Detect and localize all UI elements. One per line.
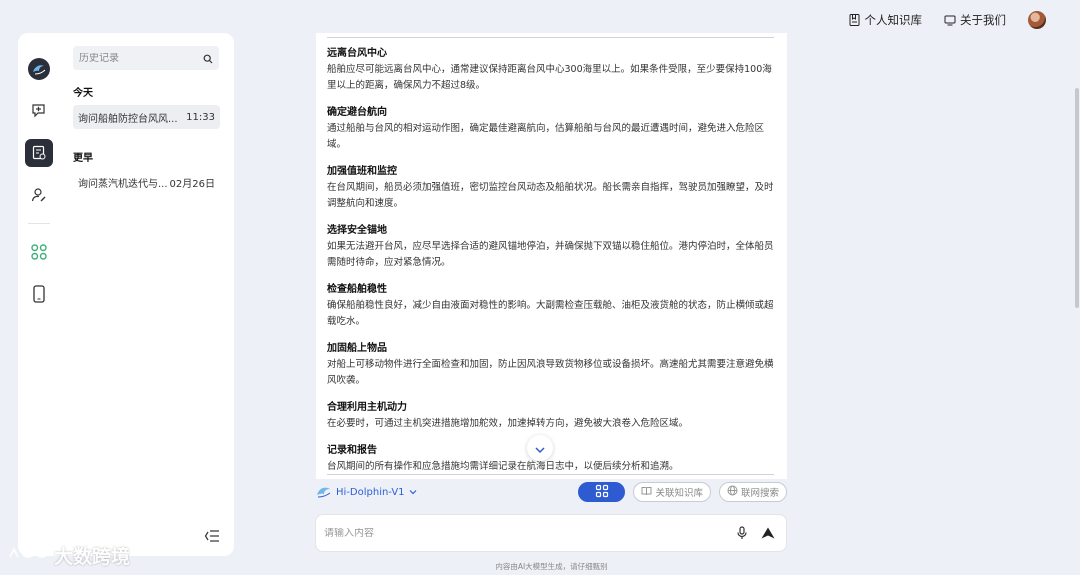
apps-grid-icon bbox=[595, 484, 609, 501]
section-title: 确定避台航向 bbox=[327, 107, 387, 118]
mobile-icon[interactable] bbox=[25, 280, 53, 308]
section-body: 确保船舶稳性良好，减少自由液面对稳性的影响。大副需检查压载舱、油柜及液货舱的状态… bbox=[327, 300, 774, 327]
answer-section: 加固船上物品 对船上可移动物件进行全面检查和加固，防止因风浪导致货物移位或设备损… bbox=[327, 339, 774, 389]
section-title: 远离台风中心 bbox=[327, 48, 387, 59]
answer-section: 检查船舶稳性 确保船舶稳性良好，减少自由液面对稳性的影响。大副需检查压载舱、油柜… bbox=[327, 280, 774, 330]
history-item-title: 询问蒸汽机迭代与... bbox=[78, 178, 168, 190]
history-item[interactable]: 询问船舶防控台风风... 11:33 bbox=[73, 105, 220, 129]
user-edit-icon[interactable] bbox=[25, 181, 53, 209]
scrollbar-thumb[interactable] bbox=[1075, 88, 1079, 308]
microphone-icon[interactable] bbox=[734, 525, 750, 541]
chevron-down-icon bbox=[534, 439, 546, 458]
model-name: Hi-Dolphin-V1 bbox=[336, 486, 405, 498]
knowledge-base-link[interactable]: 个人知识库 bbox=[849, 12, 923, 28]
history-item-time: 11:33 bbox=[186, 111, 215, 123]
model-toolbar: Hi-Dolphin-V1 关联知识库 联网搜索 bbox=[316, 481, 787, 503]
apps-grid-icon[interactable] bbox=[25, 238, 53, 266]
section-body: 如果无法避开台风，应尽早选择合适的避风锚地停泊，并确保抛下双锚以稳住船位。港内停… bbox=[327, 241, 774, 268]
nav-rail bbox=[18, 33, 60, 556]
answer-section: 选择安全锚地 如果无法避开台风，应尽早选择合适的避风锚地停泊，并确保抛下双锚以稳… bbox=[327, 221, 774, 271]
answer-section: 远离台风中心 船舶应尽可能远离台风中心，通常建议保持距离台风中心300海里以上。… bbox=[327, 44, 774, 94]
answer-section: 加强值班和监控 在台风期间，船员必须加强值班，密切监控台风动态及船舶状况。船长需… bbox=[327, 162, 774, 212]
web-search-label: 联网搜索 bbox=[740, 488, 779, 499]
history-search-input[interactable] bbox=[79, 52, 189, 64]
section-body: 对船上可移动物件进行全面检查和加固，防止因风浪导致货物移位或设备损坏。高速船尤其… bbox=[327, 359, 774, 386]
chat-input[interactable] bbox=[324, 527, 724, 539]
about-us-link[interactable]: 关于我们 bbox=[944, 12, 1006, 28]
send-icon[interactable] bbox=[760, 525, 776, 541]
section-body: 在台风期间，船员必须加强值班，密切监控台风动态及船舶状况。船长需亲自指挥，驾驶员… bbox=[327, 182, 774, 209]
history-item-title: 询问船舶防控台风风... bbox=[78, 113, 178, 125]
knowledge-base-label: 个人知识库 bbox=[864, 13, 923, 27]
section-title: 检查船舶稳性 bbox=[327, 284, 387, 295]
ai-disclaimer: 内容由AI大模型生成，请仔细甄别 bbox=[495, 562, 608, 571]
toolbar-actions: 关联知识库 联网搜索 bbox=[578, 482, 787, 502]
section-title: 合理利用主机动力 bbox=[327, 402, 407, 413]
bookmark-book-icon bbox=[849, 14, 861, 26]
globe-icon bbox=[727, 485, 738, 499]
section-title: 选择安全锚地 bbox=[327, 225, 387, 236]
section-body: 船舶应尽可能远离台风中心，通常建议保持距离台风中心300海里以上。如果条件受限，… bbox=[327, 64, 772, 91]
book-icon bbox=[641, 486, 652, 499]
section-title: 加强值班和监控 bbox=[327, 166, 397, 177]
history-panel: 今天 询问船舶防控台风风... 11:33 更早 询问蒸汽机迭代与... 02月… bbox=[60, 33, 234, 556]
section-body: 台风期间的所有操作和应急措施均需详细记录在航海日志中，以便后续分析和追溯。 bbox=[327, 461, 679, 472]
rail-divider bbox=[28, 223, 50, 224]
history-group-title: 今天 bbox=[73, 88, 93, 99]
page-scrollbar[interactable] bbox=[1074, 0, 1080, 575]
chat-input-box bbox=[315, 514, 787, 552]
about-us-label: 关于我们 bbox=[960, 13, 1006, 27]
divider bbox=[327, 37, 774, 38]
history-group-title: 更早 bbox=[73, 153, 93, 164]
watermark: 大数跨境 bbox=[8, 542, 130, 569]
answer-section: 确定避台航向 通过船舶与台风的相对运动作图，确定最佳避离航向，估算船舶与台风的最… bbox=[327, 103, 774, 153]
section-body: 在必要时，可通过主机突进措施增加舵效，加速掉转方向，避免被大浪卷入危险区域。 bbox=[327, 418, 689, 429]
section-body: 通过船舶与台风的相对运动作图，确定最佳避离航向，估算船舶与台风的最近遭遇时间，避… bbox=[327, 123, 765, 150]
history-item[interactable]: 询问蒸汽机迭代与... 02月26日 bbox=[73, 170, 220, 194]
search-icon[interactable] bbox=[203, 49, 213, 68]
dolphin-model-icon bbox=[316, 484, 332, 501]
user-avatar[interactable] bbox=[1028, 11, 1046, 29]
section-title: 加固船上物品 bbox=[327, 343, 387, 354]
knowledge-base-label: 关联知识库 bbox=[655, 488, 703, 499]
watermark-text: 大数跨境 bbox=[54, 546, 131, 568]
model-selector[interactable]: Hi-Dolphin-V1 bbox=[316, 484, 417, 501]
apps-toggle-button[interactable] bbox=[578, 482, 626, 502]
watermark-logo-icon bbox=[8, 543, 50, 568]
new-chat-icon[interactable] bbox=[25, 97, 53, 125]
chevron-down-icon bbox=[409, 487, 417, 498]
monitor-icon bbox=[944, 14, 956, 26]
chat-history-icon[interactable] bbox=[25, 139, 53, 167]
web-search-toggle[interactable]: 联网搜索 bbox=[718, 482, 787, 502]
dolphin-logo-icon[interactable] bbox=[25, 55, 53, 83]
history-item-time: 02月26日 bbox=[169, 178, 215, 190]
answer-content: 远离台风中心 船舶应尽可能远离台风中心，通常建议保持距离台风中心300海里以上。… bbox=[316, 33, 787, 479]
history-search bbox=[73, 46, 219, 70]
answer-section: 合理利用主机动力 在必要时，可通过主机突进措施增加舵效，加速掉转方向，避免被大浪… bbox=[327, 398, 774, 432]
collapse-sidebar-icon[interactable] bbox=[204, 528, 220, 542]
divider bbox=[327, 474, 774, 475]
scroll-to-bottom-button[interactable] bbox=[527, 435, 553, 461]
knowledge-base-toggle[interactable]: 关联知识库 bbox=[633, 482, 711, 502]
